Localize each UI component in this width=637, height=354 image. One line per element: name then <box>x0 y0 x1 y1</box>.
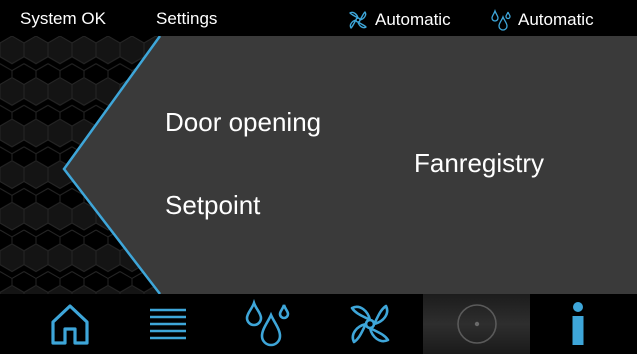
fan-icon <box>347 9 369 31</box>
menu-button[interactable] <box>128 294 208 354</box>
menu-icon <box>150 308 186 340</box>
fan-button[interactable] <box>330 294 410 354</box>
bottom-nav-bar <box>0 294 637 354</box>
home-icon <box>51 304 89 345</box>
humidity-mode-label: Automatic <box>518 10 594 29</box>
system-status-text[interactable]: System OK <box>20 9 106 29</box>
main-panel: Door opening Setpoint Fanregistry <box>0 36 637 294</box>
setpoint-item[interactable]: Setpoint <box>165 190 260 221</box>
humidity-mode-indicator[interactable]: Automatic <box>490 9 594 31</box>
screen: System OK Settings Automatic Automatic D… <box>0 0 637 354</box>
info-button[interactable] <box>538 294 618 354</box>
home-button[interactable] <box>30 294 110 354</box>
top-status-bar: System OK Settings Automatic Automatic <box>0 0 637 36</box>
circle-icon <box>456 304 497 344</box>
droplets-icon <box>490 9 512 31</box>
fan-mode-label: Automatic <box>375 10 451 29</box>
droplets-icon <box>245 299 290 347</box>
door-opening-item[interactable]: Door opening <box>165 107 321 138</box>
settings-link[interactable]: Settings <box>156 9 217 29</box>
humidity-button[interactable] <box>228 294 308 354</box>
fanregistry-item[interactable]: Fanregistry <box>414 148 544 179</box>
info-icon <box>572 302 584 345</box>
circle-button[interactable] <box>423 294 530 354</box>
fan-mode-indicator[interactable]: Automatic <box>347 9 451 31</box>
fan-icon <box>350 304 390 344</box>
